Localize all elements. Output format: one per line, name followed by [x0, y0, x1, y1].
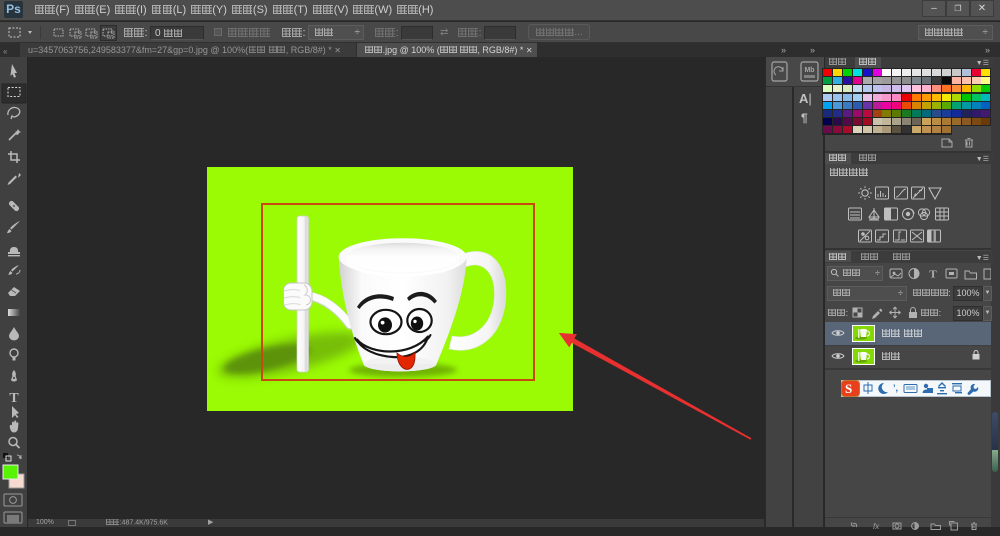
- svg-text:’,: ’,: [893, 383, 898, 393]
- svg-text:Mb: Mb: [804, 67, 814, 74]
- svg-text:T: T: [9, 391, 19, 406]
- svg-text:T: T: [929, 269, 937, 281]
